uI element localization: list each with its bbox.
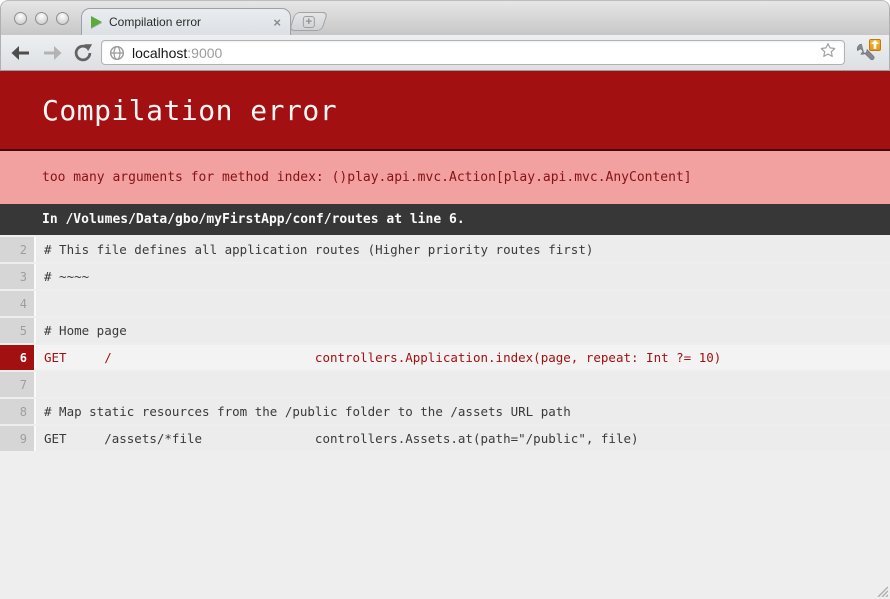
error-message-bar: too many arguments for method index: ()p… — [0, 151, 890, 204]
error-location: In /Volumes/Data/gbo/myFirstApp/conf/rou… — [42, 212, 465, 227]
code-listing: 2 # This file defines all application ro… — [0, 237, 890, 451]
code-line-row: 8 # Map static resources from the /publi… — [0, 399, 890, 424]
page-title: Compilation error — [42, 94, 337, 127]
forward-button[interactable] — [39, 40, 65, 66]
update-arrow-badge — [869, 39, 881, 51]
page-content: Compilation error too many arguments for… — [0, 71, 890, 451]
back-button[interactable] — [8, 40, 34, 66]
line-content: # This file defines all application rout… — [36, 237, 890, 262]
reload-button[interactable] — [70, 40, 96, 66]
reload-icon — [72, 42, 94, 64]
code-line-row: 6 GET / controllers.Application.index(pa… — [0, 345, 890, 370]
back-arrow-icon — [10, 42, 32, 64]
line-number: 2 — [0, 237, 36, 262]
code-line-row: 7 — [0, 372, 890, 397]
window-zoom-button[interactable] — [56, 12, 69, 25]
line-number: 7 — [0, 372, 36, 397]
window-controls — [14, 12, 69, 25]
line-number: 5 — [0, 318, 36, 343]
code-line-row: 4 — [0, 291, 890, 316]
tab-title: Compilation error — [109, 15, 266, 29]
window-close-button[interactable] — [14, 12, 27, 25]
browser-tab[interactable]: Compilation error × — [81, 8, 291, 35]
code-line-row: 2 # This file defines all application ro… — [0, 237, 890, 262]
code-line-row: 5 # Home page — [0, 318, 890, 343]
play-framework-icon — [91, 16, 102, 28]
star-icon — [819, 41, 837, 59]
line-content: # Home page — [36, 318, 890, 343]
line-content — [36, 291, 890, 316]
line-number: 9 — [0, 426, 36, 451]
line-content: # ~~~~ — [36, 264, 890, 289]
window-minimize-button[interactable] — [35, 12, 48, 25]
plus-icon: + — [303, 16, 315, 28]
error-message: too many arguments for method index: ()p… — [42, 170, 692, 185]
line-content: # Map static resources from the /public … — [36, 399, 890, 424]
url-text: localhost:9000 — [132, 45, 222, 61]
globe-icon — [109, 45, 125, 61]
url-port: :9000 — [187, 45, 222, 61]
address-bar[interactable]: localhost:9000 — [101, 40, 845, 65]
chrome-menu-button[interactable] — [850, 39, 882, 67]
browser-window: Compilation error × + — [0, 0, 890, 599]
line-content: GET / controllers.Application.index(page… — [36, 345, 890, 370]
resize-grip[interactable] — [874, 583, 888, 597]
code-line-row: 9 GET /assets/*file controllers.Assets.a… — [0, 426, 890, 451]
bookmark-star-button[interactable] — [819, 41, 837, 64]
forward-arrow-icon — [41, 42, 63, 64]
line-content: GET /assets/*file controllers.Assets.at(… — [36, 426, 890, 451]
line-content — [36, 372, 890, 397]
line-number: 8 — [0, 399, 36, 424]
code-line-row: 3 # ~~~~ — [0, 264, 890, 289]
toolbar: localhost:9000 — [0, 35, 890, 71]
titlebar: Compilation error × + — [0, 0, 890, 35]
line-number: 6 — [0, 345, 36, 370]
line-number: 3 — [0, 264, 36, 289]
new-tab-button[interactable]: + — [289, 12, 328, 31]
tab-close-icon[interactable]: × — [273, 16, 281, 29]
line-number: 4 — [0, 291, 36, 316]
error-header: Compilation error — [0, 71, 890, 151]
error-location-bar: In /Volumes/Data/gbo/myFirstApp/conf/rou… — [0, 204, 890, 235]
url-host: localhost — [132, 45, 187, 61]
